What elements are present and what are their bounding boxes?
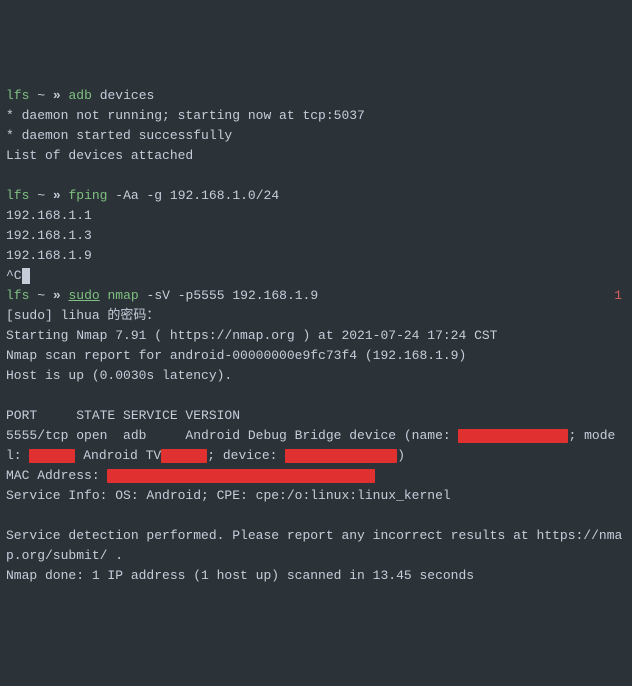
output-line: Host is up (0.0030s latency). bbox=[6, 368, 232, 383]
prompt-sep: » bbox=[53, 188, 61, 203]
output-line: ^C bbox=[6, 268, 22, 283]
redacted-tv bbox=[161, 449, 207, 463]
output-sudo-prompt: [sudo] lihua 的密码： bbox=[6, 308, 159, 323]
terminal-view[interactable]: lfs ~ » adb devices * daemon not running… bbox=[6, 86, 626, 586]
cmd-fping-args: -Aa -g 192.168.1.0/24 bbox=[115, 188, 279, 203]
output-line: * daemon started successfully bbox=[6, 128, 232, 143]
cursor-icon bbox=[22, 268, 30, 284]
output-line: Starting Nmap 7.91 ( https://nmap.org ) … bbox=[6, 328, 497, 343]
output-line: * daemon not running; starting now at tc… bbox=[6, 108, 365, 123]
prompt-line-3: lfs ~ » sudo nmap -sV -p5555 192.168.1.9… bbox=[6, 288, 318, 303]
output-line: 192.168.1.3 bbox=[6, 228, 92, 243]
redacted-name bbox=[458, 429, 568, 443]
redacted-model bbox=[29, 449, 75, 463]
prompt-user: lfs bbox=[6, 188, 29, 203]
output-line: List of devices attached bbox=[6, 148, 193, 163]
cmd-adb: adb bbox=[68, 88, 91, 103]
prompt-user: lfs bbox=[6, 288, 29, 303]
output-line: Service Info: OS: Android; CPE: cpe:/o:l… bbox=[6, 488, 451, 503]
redacted-mac bbox=[107, 469, 375, 483]
exit-code: 1 bbox=[614, 286, 622, 306]
output-line: 192.168.1.9 bbox=[6, 248, 92, 263]
cmd-adb-args: devices bbox=[100, 88, 155, 103]
cmd-nmap: nmap bbox=[108, 288, 139, 303]
cmd-fping: fping bbox=[68, 188, 107, 203]
output-line: 5555/tcp open adb Android Debug Bridge d… bbox=[6, 428, 615, 463]
cmd-nmap-args: -sV -p5555 192.168.1.9 bbox=[147, 288, 319, 303]
redacted-device bbox=[285, 449, 397, 463]
output-line: 192.168.1.1 bbox=[6, 208, 92, 223]
output-line: Service detection performed. Please repo… bbox=[6, 528, 622, 563]
prompt-sep: » bbox=[53, 288, 61, 303]
prompt-line-2: lfs ~ » fping -Aa -g 192.168.1.0/24 bbox=[6, 188, 279, 203]
cmd-sudo: sudo bbox=[68, 288, 99, 303]
output-line: MAC Address: bbox=[6, 468, 375, 483]
prompt-line-1: lfs ~ » adb devices bbox=[6, 88, 154, 103]
output-line: PORT STATE SERVICE VERSION bbox=[6, 408, 240, 423]
output-line: Nmap done: 1 IP address (1 host up) scan… bbox=[6, 568, 474, 583]
prompt-user: lfs bbox=[6, 88, 29, 103]
prompt-sep: » bbox=[53, 88, 61, 103]
output-line: Nmap scan report for android-00000000e9f… bbox=[6, 348, 466, 363]
